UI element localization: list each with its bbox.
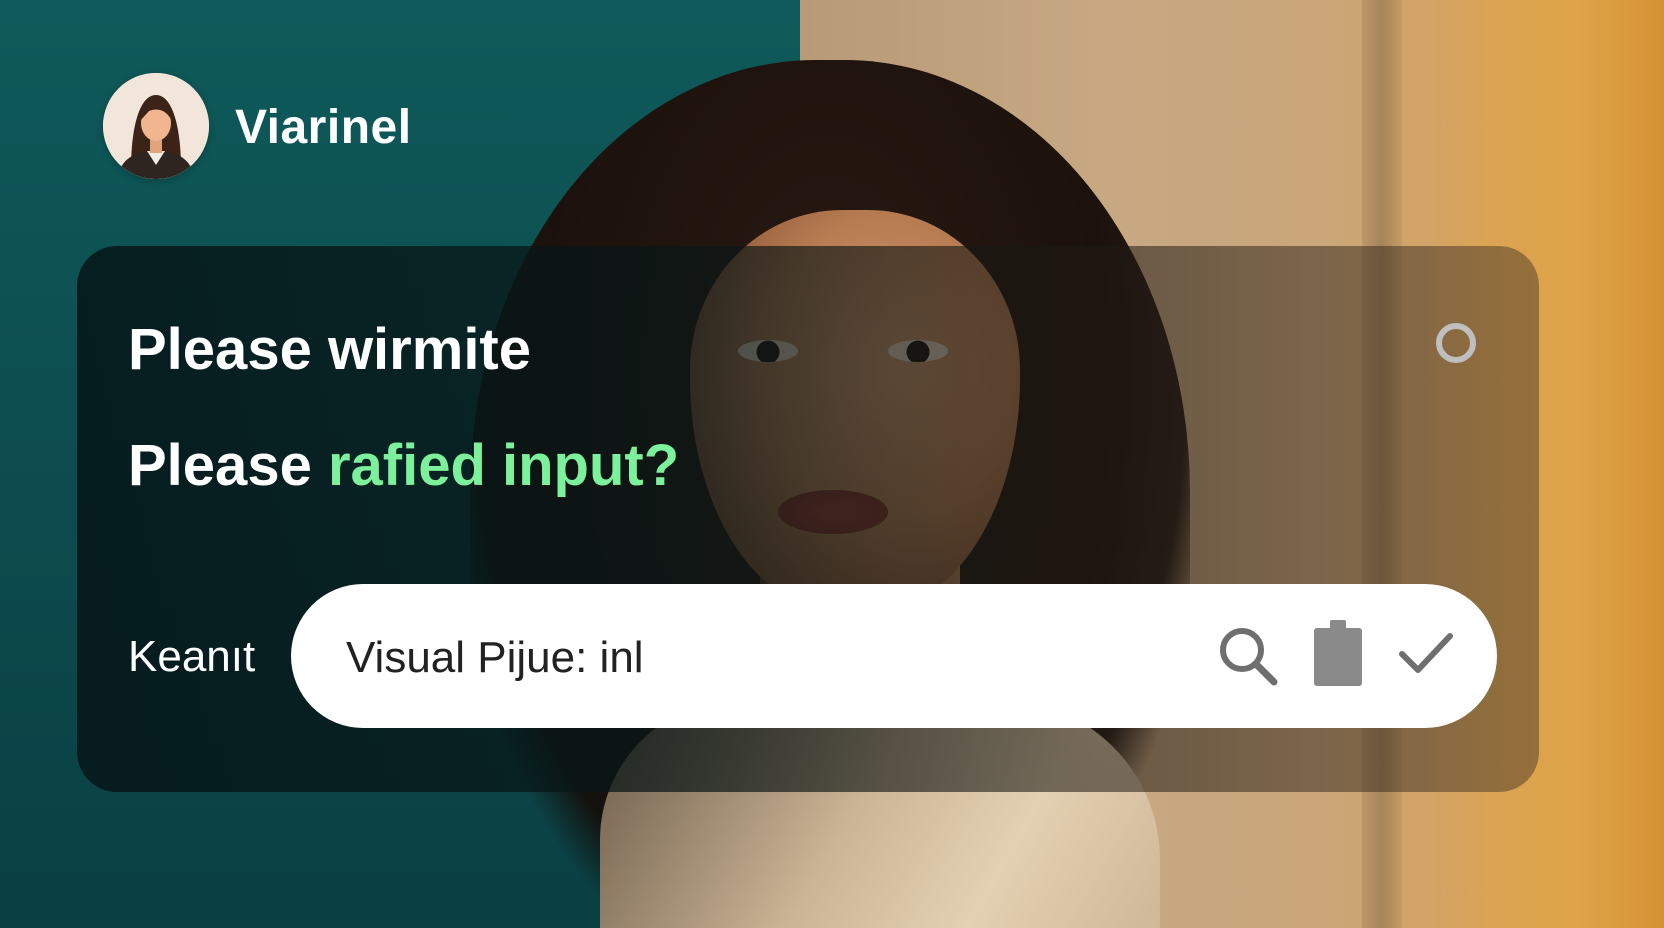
search-icon-graphic	[1220, 628, 1278, 686]
prompt-line-1: Please wirmite	[128, 317, 531, 382]
clipboard-icon[interactable]	[1308, 620, 1368, 686]
app-name: Viarinel	[235, 101, 412, 154]
search-icon[interactable]	[1216, 624, 1280, 688]
check-icon[interactable]	[1398, 630, 1454, 678]
prompt-line-2: Please rafied input?	[128, 432, 679, 499]
circle-icon[interactable]	[1436, 323, 1476, 363]
text-input[interactable]	[346, 630, 1146, 686]
user-avatar-icon[interactable]	[103, 73, 209, 179]
prompt-line-2-prefix: Please	[128, 433, 328, 498]
avatar-illustration	[103, 73, 209, 179]
clipboard-icon-graphic	[1314, 620, 1362, 686]
prompt-line-2-highlight: rafied input?	[327, 433, 680, 498]
input-label: Keanıt	[128, 632, 256, 681]
check-icon-graphic	[1399, 633, 1453, 673]
